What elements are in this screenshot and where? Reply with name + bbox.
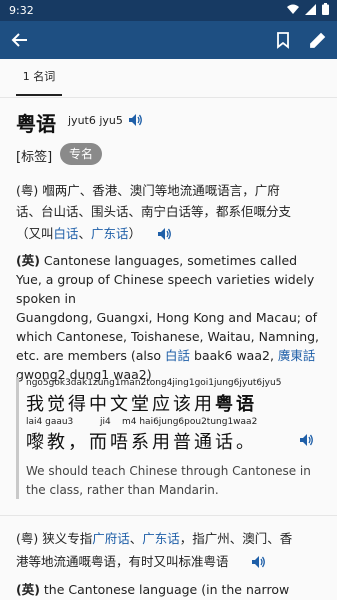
aka-prefix: （又叫 <box>16 226 54 241</box>
tab-indicator <box>16 94 62 96</box>
battery-icon <box>322 3 329 15</box>
wifi-icon <box>287 4 299 14</box>
def1-en-text: Cantonese languages, sometimes called <box>39 253 298 268</box>
speaker-icon[interactable] <box>251 555 266 569</box>
def1-aka: （又叫白话、广东话） <box>16 223 141 245</box>
example-text: 我觉得中文堂应该用 <box>26 394 215 415</box>
aka-sep: 、 <box>78 226 92 241</box>
tab-bar: 1 名词 <box>0 59 337 97</box>
def2-en-text: the Cantonese language (in the narrow <box>39 582 290 597</box>
app-bar <box>0 21 337 59</box>
def2-text: (粤) 狭义专指 <box>16 531 93 546</box>
link-guangdonghua[interactable]: 广东话 <box>142 531 180 546</box>
aka-suffix: ） <box>128 226 142 241</box>
bookmark-icon[interactable] <box>273 30 293 50</box>
def1-en-text: Guangdong, Guangxi, Hong Kong and Macau;… <box>16 310 318 325</box>
status-time: 9:32 <box>9 4 34 17</box>
example-pronunciation: ji4 <box>100 417 111 427</box>
def1-en-text: etc. are members (also <box>16 348 166 363</box>
status-bar: 9:32 <box>0 0 337 21</box>
example-pronunciation: m4 hai6jung6pou2tung1waa2 <box>122 417 258 427</box>
example-sentence-line1: 我觉得中文堂应该用粤语 <box>26 390 257 416</box>
example-translation: We should teach Chinese through Cantones… <box>26 462 326 500</box>
status-icons <box>287 3 329 15</box>
link-guangfuhua[interactable]: 广府话 <box>92 531 130 546</box>
def2-sep: 、 <box>129 531 143 546</box>
def1-en-text: Yue, a group of Chinese speech varieties… <box>16 272 315 306</box>
def1-en: (英) Cantonese languages, sometimes calle… <box>16 251 326 384</box>
section-divider <box>0 515 337 516</box>
en-prefix: (英) <box>16 253 40 268</box>
def2-zh-line2: 港等地流通嘅粤语，有时又叫标准粤语 <box>16 554 229 569</box>
example-quote-bar <box>16 377 19 499</box>
example-highlight: 粤语 <box>215 394 257 415</box>
def1-en-text: baak6 waa2, <box>190 348 278 363</box>
headword: 粤语 <box>16 112 56 136</box>
speaker-icon[interactable] <box>157 227 172 241</box>
def2-zh-line1: (粤) 狭义专指广府话、广东话，指广州、澳门、香 <box>16 528 292 550</box>
link-baihua-trad[interactable]: 白話 <box>165 348 190 363</box>
en-prefix: (英) <box>16 582 40 597</box>
example-pronunciation: ngo5gok3dak1zung1man2tong4jing1goi1jung6… <box>26 378 282 388</box>
example-sentence-line2: 嚟教，而唔系用普通话。 <box>26 432 257 453</box>
aka-link-baihua[interactable]: 白话 <box>54 226 79 241</box>
speaker-icon[interactable] <box>128 113 143 127</box>
def1-zh-line1: (粤) 嗰两广、香港、澳门等地流通嘅语言，广府 <box>16 183 280 198</box>
signal-icon <box>305 3 316 15</box>
speaker-icon[interactable] <box>299 433 314 447</box>
tag-chip[interactable]: 专名 <box>60 143 102 165</box>
def2-en: (英) the Cantonese language (in the narro… <box>16 580 326 599</box>
translation-text: We should teach Chinese through Cantones… <box>26 464 311 478</box>
edit-pencil-icon[interactable] <box>308 30 328 50</box>
tag-label: [标签] <box>16 150 53 165</box>
back-arrow-icon[interactable] <box>10 30 30 50</box>
translation-text: the class, rather than Mandarin. <box>26 483 219 497</box>
def2-text: ，指广州、澳门、香 <box>179 531 293 546</box>
def1-zh-line2: 话、台山话、围头话、南宁白话等，都系佢嘅分支 <box>16 204 292 219</box>
example-pronunciation: lai4 gaau3 <box>26 417 74 427</box>
tab-noun[interactable]: 1 名词 <box>16 65 62 95</box>
divider <box>0 97 337 98</box>
aka-link-guangdonghua[interactable]: 广东话 <box>91 226 129 241</box>
def1-en-text: which Cantonese, Toishanese, Waitau, Nam… <box>16 329 320 344</box>
link-guangdonghua-trad[interactable]: 廣東話 <box>278 348 316 363</box>
jyutping: jyut6 jyu5 <box>68 114 123 127</box>
